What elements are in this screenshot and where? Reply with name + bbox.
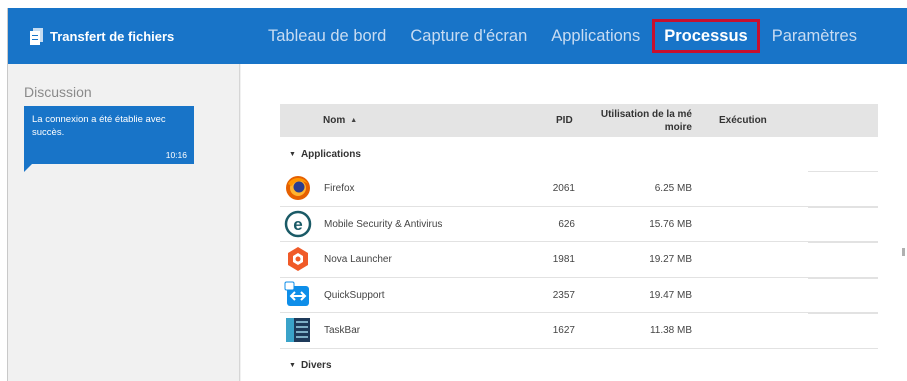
process-pid: 626	[558, 218, 575, 230]
process-memory: 19.47 MB	[649, 289, 692, 301]
brand-title: Transfert de fichiers	[50, 28, 175, 44]
table-row[interactable]: Firefox 2061 6.25 MB	[280, 171, 878, 207]
collapse-triangle-icon: ▼	[289, 150, 296, 158]
brand[interactable]: Transfert de fichiers	[8, 8, 240, 64]
nav-tab-tableau-de-bord[interactable]: Tableau de bord	[256, 19, 398, 53]
sidebar-title: Discussion	[24, 84, 92, 100]
chat-message-bubble: La connexion a été établie avec succès. …	[24, 106, 194, 164]
collapse-triangle-icon: ▼	[289, 362, 296, 369]
nav-tab-processus[interactable]: Processus	[652, 19, 760, 53]
chat-sidebar: Discussion La connexion a été établie av…	[8, 64, 240, 381]
file-transfer-icon	[30, 27, 43, 45]
process-pid: 1981	[552, 254, 575, 265]
process-table: Nom ▲ PID Utilisation de la mé moire Exé…	[280, 104, 878, 381]
svg-text:e: e	[293, 215, 302, 234]
execution-cell	[808, 206, 878, 242]
group-label: Divers	[300, 360, 332, 371]
table-row[interactable]: Nova Launcher 1981 19.27 MB	[280, 242, 878, 278]
group-header-applications[interactable]: ▼ Applications	[280, 137, 878, 171]
nav-tab-parametres[interactable]: Paramètres	[760, 19, 869, 53]
execution-cell	[808, 242, 878, 277]
column-header-memory[interactable]: Utilisation de la mé moire	[584, 104, 692, 137]
app-window: Transfert de fichiers Tableau de bord Ca…	[7, 8, 907, 381]
process-name: TaskBar	[324, 325, 361, 336]
column-header-execution[interactable]: Exécution	[719, 104, 767, 137]
column-name-label: Nom	[323, 115, 346, 126]
nova-launcher-icon	[288, 247, 308, 271]
chat-message-time: 10:16	[165, 150, 187, 160]
column-header-name[interactable]: Nom ▲	[323, 104, 357, 137]
scrollbar-thumb[interactable]	[902, 248, 905, 256]
process-name: Nova Launcher	[324, 254, 392, 265]
quicksupport-icon	[284, 281, 309, 306]
table-header: Nom ▲ PID Utilisation de la mé moire Exé…	[280, 104, 878, 137]
process-panel: Nom ▲ PID Utilisation de la mé moire Exé…	[241, 64, 907, 381]
table-row[interactable]: QuickSupport 2357 19.47 MB	[280, 277, 878, 313]
process-memory: 15.76 MB	[649, 218, 692, 230]
group-header-divers[interactable]: ▼ Divers	[280, 349, 878, 381]
main-nav: Tableau de bord Capture d'écran Applicat…	[256, 8, 869, 64]
process-memory: 19.27 MB	[649, 254, 692, 265]
process-name: QuickSupport	[324, 289, 385, 301]
table-row[interactable]: TaskBar 1627 11.38 MB	[280, 313, 878, 349]
nav-tab-applications[interactable]: Applications	[539, 19, 652, 53]
process-memory: 11.38 MB	[649, 325, 692, 336]
table-row[interactable]: e Mobile Security & Antivirus 626 15.76 …	[280, 206, 878, 242]
execution-cell	[808, 277, 878, 313]
group-label: Applications	[300, 148, 361, 160]
execution-cell	[808, 313, 878, 348]
column-header-pid[interactable]: PID	[556, 104, 573, 137]
process-pid: 2357	[552, 289, 575, 301]
nav-tab-capture-ecran[interactable]: Capture d'écran	[398, 19, 539, 53]
bubble-tail	[24, 164, 32, 172]
process-name: Mobile Security & Antivirus	[324, 218, 443, 230]
sort-ascending-icon: ▲	[350, 117, 358, 124]
firefox-icon	[286, 176, 310, 200]
process-name: Firefox	[324, 183, 355, 194]
chat-message-text: La connexion a été établie avec succès.	[32, 114, 166, 138]
eset-security-icon: e	[284, 210, 312, 237]
process-memory: 6.25 MB	[654, 183, 692, 194]
top-header: Transfert de fichiers Tableau de bord Ca…	[8, 8, 907, 64]
process-pid: 1627	[552, 325, 575, 336]
execution-cell	[808, 171, 878, 206]
process-pid: 2061	[552, 183, 575, 194]
taskbar-icon	[286, 318, 310, 342]
